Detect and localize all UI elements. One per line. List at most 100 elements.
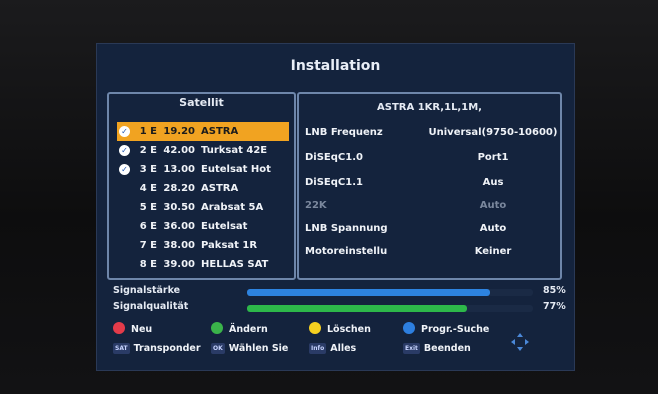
setting-value: Port1	[477, 152, 509, 163]
satellite-number: 6 E	[139, 221, 157, 232]
setting-label: 22K	[305, 200, 327, 211]
setting-diseqc10[interactable]: DiSEqC1.0 Port1	[305, 149, 555, 167]
setting-22k: 22K Auto	[305, 197, 555, 215]
check-icon	[119, 240, 130, 251]
setting-value: Keiner	[474, 246, 512, 257]
setting-label: DiSEqC1.0	[305, 152, 363, 163]
check-icon: ✓	[119, 164, 130, 175]
red-key-label: Neu	[131, 324, 153, 335]
satellite-list-panel: Satellit ✓ 1 E 19.20 ASTRA ✓ 2 E 42.00 T…	[107, 92, 296, 280]
satellite-number: 1 E	[139, 126, 157, 137]
satellite-item-5[interactable]: 5 E 30.50 Arabsat 5A	[117, 198, 289, 217]
satellite-name: ASTRA	[201, 183, 239, 194]
satellite-number: 7 E	[139, 240, 157, 251]
ok-key-waehlen[interactable]: OK Wählen Sie	[211, 341, 288, 357]
yellow-button-icon	[309, 322, 321, 334]
signal-quality-label: Signalqualität	[113, 301, 189, 312]
signal-strength-label: Signalstärke	[113, 285, 181, 296]
settings-header: ASTRA 1KR,1L,1M,	[377, 102, 482, 113]
setting-diseqc11[interactable]: DiSEqC1.1 Aus	[305, 174, 555, 192]
satellite-position: 30.50	[163, 202, 195, 213]
setting-value: Aus	[482, 177, 504, 188]
check-icon: ✓	[119, 145, 130, 156]
setting-motoreinstellung[interactable]: Motoreinstellu Keiner	[305, 243, 555, 261]
blue-key-label: Progr.-Suche	[421, 324, 490, 335]
signal-quality-bar	[247, 305, 533, 312]
ok-button-icon: OK	[211, 343, 225, 354]
red-key-neu[interactable]: Neu	[113, 322, 152, 338]
check-icon	[119, 183, 130, 194]
sat-button-icon: SAT	[113, 343, 130, 354]
page-title: Installation	[290, 58, 381, 74]
yellow-key-loeschen[interactable]: Löschen	[309, 322, 371, 338]
setting-lnb-spannung[interactable]: LNB Spannung Auto	[305, 220, 555, 238]
satellite-item-4[interactable]: 4 E 28.20 ASTRA	[117, 179, 289, 198]
check-icon	[119, 259, 130, 270]
satellite-item-6[interactable]: 6 E 36.00 Eutelsat	[117, 217, 289, 236]
satellite-position: 42.00	[163, 145, 195, 156]
signal-quality-row: Signalqualität 77%	[113, 301, 566, 315]
blue-key-progr-suche[interactable]: Progr.-Suche	[403, 322, 489, 338]
check-icon: ✓	[119, 126, 130, 137]
satellite-list: ✓ 1 E 19.20 ASTRA ✓ 2 E 42.00 Turksat 42…	[117, 122, 289, 274]
satellite-list-header: Satellit	[179, 96, 224, 109]
green-button-icon	[211, 322, 223, 334]
satellite-settings-panel: ASTRA 1KR,1L,1M, LNB Frequenz Universal(…	[297, 92, 562, 280]
check-icon	[119, 202, 130, 213]
satellite-item-1[interactable]: ✓ 1 E 19.20 ASTRA	[117, 122, 289, 141]
sat-key-transponder[interactable]: SAT Transponder	[113, 341, 201, 357]
setting-value: Universal(9750-10600)	[428, 127, 558, 138]
satellite-name: Eutelsat	[201, 221, 248, 232]
tv-frame: Installation Satellit ✓ 1 E 19.20 ASTRA …	[0, 0, 658, 394]
satellite-position: 36.00	[163, 221, 195, 232]
satellite-number: 8 E	[139, 259, 157, 270]
satellite-name: ASTRA	[201, 126, 239, 137]
signal-strength-row: Signalstärke 85%	[113, 285, 566, 299]
signal-strength-value: 85%	[543, 285, 566, 296]
signal-quality-fill	[247, 305, 468, 312]
green-key-label: Ändern	[229, 324, 268, 335]
satellite-position: 38.00	[163, 240, 195, 251]
exit-key-beenden[interactable]: Exit Beenden	[403, 341, 471, 357]
satellite-number: 3 E	[139, 164, 157, 175]
setting-label: Motoreinstellu	[305, 246, 388, 257]
navigation-arrows-icon	[511, 333, 529, 351]
blue-button-icon	[403, 322, 415, 334]
red-button-icon	[113, 322, 125, 334]
setting-value: Auto	[479, 223, 507, 234]
installation-screen: Installation Satellit ✓ 1 E 19.20 ASTRA …	[96, 43, 575, 371]
info-key-alles[interactable]: Info Alles	[309, 341, 356, 357]
satellite-name: Eutelsat Hot	[201, 164, 271, 175]
satellite-name: HELLAS SAT	[201, 259, 269, 270]
signal-strength-bar	[247, 289, 533, 296]
ok-key-label: Wählen Sie	[228, 343, 289, 354]
satellite-item-2[interactable]: ✓ 2 E 42.00 Turksat 42E	[117, 141, 289, 160]
satellite-position: 13.00	[163, 164, 195, 175]
info-button-icon: Info	[309, 343, 327, 354]
satellite-position: 19.20	[163, 126, 195, 137]
satellite-name: Arabsat 5A	[201, 202, 264, 213]
setting-value: Auto	[479, 200, 507, 211]
satellite-item-8[interactable]: 8 E 39.00 HELLAS SAT	[117, 255, 289, 274]
info-key-label: Alles	[330, 343, 357, 354]
setting-label: DiSEqC1.1	[305, 177, 363, 188]
yellow-key-label: Löschen	[327, 324, 371, 335]
setting-lnb-frequenz[interactable]: LNB Frequenz Universal(9750-10600)	[305, 124, 557, 142]
exit-key-label: Beenden	[423, 343, 471, 354]
signal-strength-fill	[247, 289, 491, 296]
satellite-number: 5 E	[139, 202, 157, 213]
green-key-aendern[interactable]: Ändern	[211, 322, 268, 338]
setting-label: LNB Frequenz	[305, 127, 383, 138]
satellite-name: Paksat 1R	[201, 240, 258, 251]
sat-key-label: Transponder	[133, 343, 201, 354]
exit-button-icon: Exit	[403, 343, 420, 354]
check-icon	[119, 221, 130, 232]
satellite-position: 28.20	[163, 183, 195, 194]
signal-quality-value: 77%	[543, 301, 566, 312]
satellite-item-3[interactable]: ✓ 3 E 13.00 Eutelsat Hot	[117, 160, 289, 179]
satellite-item-7[interactable]: 7 E 38.00 Paksat 1R	[117, 236, 289, 255]
satellite-position: 39.00	[163, 259, 195, 270]
setting-label: LNB Spannung	[305, 223, 388, 234]
satellite-number: 2 E	[139, 145, 157, 156]
satellite-number: 4 E	[139, 183, 157, 194]
